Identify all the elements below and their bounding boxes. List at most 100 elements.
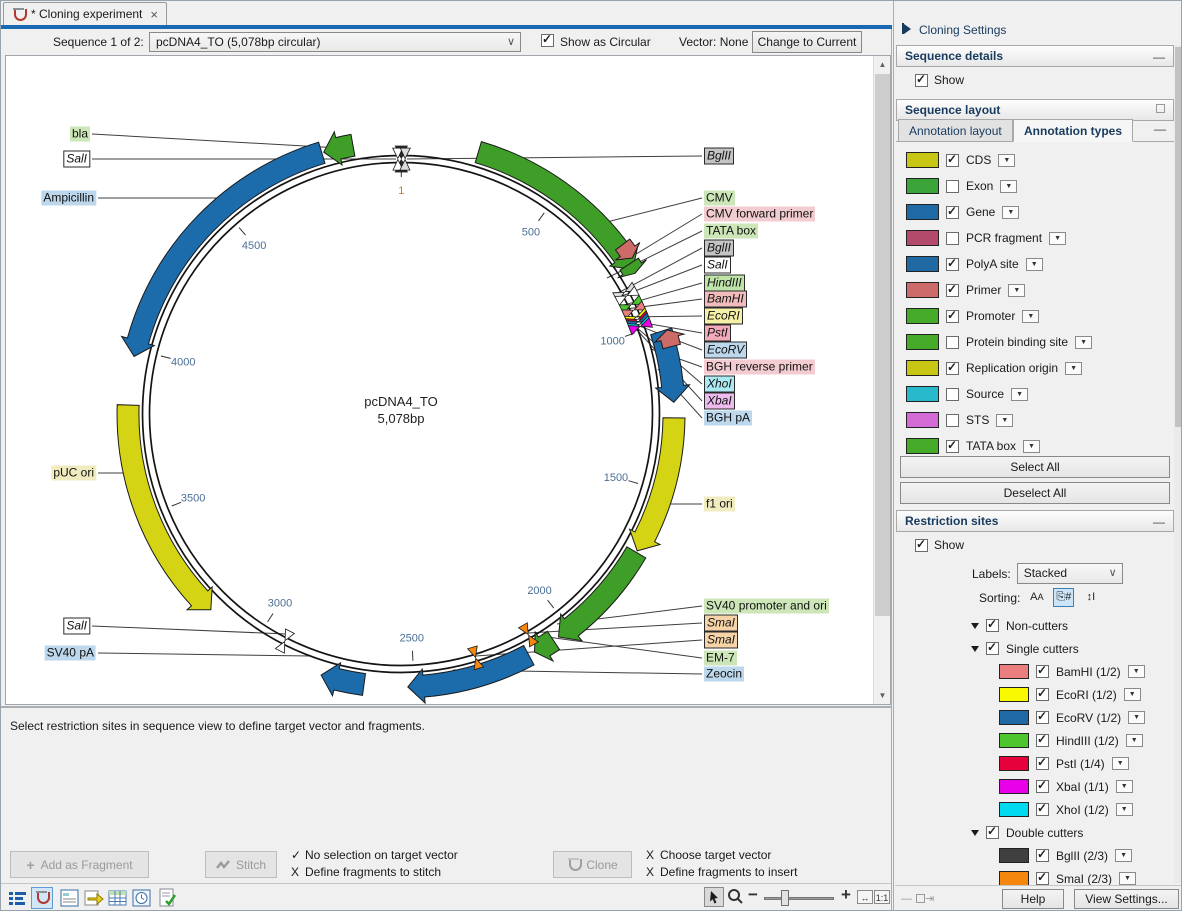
help-button[interactable]: Help bbox=[1002, 889, 1064, 909]
annotation-color-swatch[interactable] bbox=[906, 412, 939, 428]
change-to-current-button[interactable]: Change to Current bbox=[752, 31, 862, 53]
enzyme-group-checkbox[interactable] bbox=[986, 619, 999, 632]
annotation-type-dropdown-icon[interactable] bbox=[1023, 440, 1040, 453]
plasmid-map-canvas[interactable]: 150010001500200025003000350040004500pcDN… bbox=[5, 55, 891, 705]
collapse-section-icon[interactable]: — bbox=[1154, 122, 1166, 136]
zoom-slider-thumb[interactable] bbox=[781, 890, 789, 906]
annotation-type-checkbox[interactable] bbox=[946, 258, 959, 271]
sequence-details-show-checkbox[interactable] bbox=[915, 74, 928, 87]
enzyme-dropdown-icon[interactable] bbox=[1116, 803, 1133, 816]
scrollbar-thumb[interactable] bbox=[875, 74, 890, 616]
labels-mode-select[interactable]: Stacked ∨ bbox=[1017, 563, 1123, 584]
restriction-show-checkbox[interactable] bbox=[915, 539, 928, 552]
tree-expander-icon[interactable] bbox=[971, 623, 979, 629]
text-view-icon[interactable] bbox=[7, 887, 29, 909]
zoom-slider-track[interactable] bbox=[764, 897, 834, 900]
enzyme-checkbox[interactable] bbox=[1036, 688, 1049, 701]
enzyme-dropdown-icon[interactable] bbox=[1128, 711, 1145, 724]
enzyme-checkbox[interactable] bbox=[1036, 780, 1049, 793]
sequence-select[interactable]: pcDNA4_TO (5,078bp circular) ∨ bbox=[149, 32, 521, 52]
enzyme-color-swatch[interactable] bbox=[999, 779, 1029, 794]
enzyme-color-swatch[interactable] bbox=[999, 802, 1029, 817]
table-view-icon[interactable] bbox=[107, 887, 129, 909]
annotation-color-swatch[interactable] bbox=[906, 256, 939, 272]
expand-section-icon[interactable] bbox=[1156, 104, 1165, 113]
sequence-layout-section-header[interactable]: Sequence layout bbox=[896, 99, 1174, 121]
tab-cloning-experiment[interactable]: * Cloning experiment × bbox=[3, 2, 167, 25]
annotation-color-swatch[interactable] bbox=[906, 204, 939, 220]
panel-scrollbar[interactable] bbox=[1174, 45, 1182, 883]
annotation-type-checkbox[interactable] bbox=[946, 232, 959, 245]
enzyme-color-swatch[interactable] bbox=[999, 687, 1029, 702]
annotation-type-checkbox[interactable] bbox=[946, 154, 959, 167]
annotation-type-checkbox[interactable] bbox=[946, 180, 959, 193]
collapse-section-icon[interactable]: — bbox=[1153, 515, 1165, 529]
annotation-color-swatch[interactable] bbox=[906, 438, 939, 454]
sequence-details-section-header[interactable]: Sequence details — bbox=[896, 45, 1174, 67]
annotation-type-dropdown-icon[interactable] bbox=[1065, 362, 1082, 375]
annotation-type-checkbox[interactable] bbox=[946, 336, 959, 349]
enzyme-dropdown-icon[interactable] bbox=[1119, 872, 1136, 885]
annotation-type-dropdown-icon[interactable] bbox=[1022, 310, 1039, 323]
scroll-up-icon[interactable]: ▲ bbox=[874, 56, 891, 73]
annotation-type-checkbox[interactable] bbox=[946, 414, 959, 427]
enzyme-dropdown-icon[interactable] bbox=[1124, 688, 1141, 701]
enzyme-checkbox[interactable] bbox=[1036, 803, 1049, 816]
annotation-type-dropdown-icon[interactable] bbox=[1049, 232, 1066, 245]
cursor-tool-icon[interactable] bbox=[704, 887, 724, 907]
cloning-view-icon[interactable] bbox=[31, 887, 53, 909]
zoom-out-icon[interactable]: − bbox=[748, 885, 758, 905]
add-as-fragment-button[interactable]: + Add as Fragment bbox=[10, 851, 149, 878]
map-vertical-scrollbar[interactable]: ▲ ▼ bbox=[873, 56, 890, 704]
zoom-in-icon[interactable]: + bbox=[841, 885, 851, 905]
enzyme-checkbox[interactable] bbox=[1036, 711, 1049, 724]
tree-expander-icon[interactable] bbox=[971, 646, 979, 652]
annotation-type-dropdown-icon[interactable] bbox=[1002, 206, 1019, 219]
enzyme-checkbox[interactable] bbox=[1036, 849, 1049, 862]
extract-sequence-icon[interactable] bbox=[83, 887, 105, 909]
cloning-settings-header[interactable]: Cloning Settings bbox=[902, 23, 1006, 37]
enzyme-checkbox[interactable] bbox=[1036, 757, 1049, 770]
annotation-type-dropdown-icon[interactable] bbox=[1026, 258, 1043, 271]
enzyme-dropdown-icon[interactable] bbox=[1112, 757, 1129, 770]
enzyme-color-swatch[interactable] bbox=[999, 848, 1029, 863]
annotation-color-swatch[interactable] bbox=[906, 282, 939, 298]
annotation-color-swatch[interactable] bbox=[906, 178, 939, 194]
enzyme-checkbox[interactable] bbox=[1036, 665, 1049, 678]
annotation-type-dropdown-icon[interactable] bbox=[1000, 180, 1017, 193]
annotation-color-swatch[interactable] bbox=[906, 386, 939, 402]
element-info-icon[interactable] bbox=[157, 887, 179, 909]
collapse-section-icon[interactable]: — bbox=[1153, 50, 1165, 64]
annotation-type-dropdown-icon[interactable] bbox=[998, 154, 1015, 167]
annotation-color-swatch[interactable] bbox=[906, 360, 939, 376]
restriction-sites-section-header[interactable]: Restriction sites — bbox=[896, 510, 1174, 532]
tab-annotation-layout[interactable]: Annotation layout bbox=[898, 119, 1013, 142]
sort-by-count-icon[interactable]: ⎘# bbox=[1053, 588, 1074, 607]
annotation-type-checkbox[interactable] bbox=[946, 206, 959, 219]
enzyme-color-swatch[interactable] bbox=[999, 756, 1029, 771]
annotation-type-checkbox[interactable] bbox=[946, 310, 959, 323]
scroll-down-icon[interactable]: ▼ bbox=[874, 687, 891, 704]
zoom-100-icon[interactable]: 1:1 bbox=[874, 890, 890, 904]
enzyme-group-checkbox[interactable] bbox=[986, 826, 999, 839]
tab-close-icon[interactable]: × bbox=[148, 7, 158, 22]
sequence-info-icon[interactable] bbox=[59, 887, 81, 909]
annotation-color-swatch[interactable] bbox=[906, 334, 939, 350]
history-view-icon[interactable] bbox=[131, 887, 153, 909]
enzyme-checkbox[interactable] bbox=[1036, 872, 1049, 885]
sort-alphabetical-icon[interactable]: AA bbox=[1026, 588, 1047, 607]
deselect-all-button[interactable]: Deselect All bbox=[900, 482, 1170, 504]
enzyme-group-checkbox[interactable] bbox=[986, 642, 999, 655]
sort-by-length-icon[interactable]: ↕I bbox=[1080, 588, 1101, 607]
annotation-type-checkbox[interactable] bbox=[946, 362, 959, 375]
annotation-type-dropdown-icon[interactable] bbox=[1011, 388, 1028, 401]
enzyme-color-swatch[interactable] bbox=[999, 733, 1029, 748]
view-settings-button[interactable]: View Settings... bbox=[1074, 889, 1179, 909]
annotation-type-checkbox[interactable] bbox=[946, 440, 959, 453]
select-all-button[interactable]: Select All bbox=[900, 456, 1170, 478]
enzyme-dropdown-icon[interactable] bbox=[1126, 734, 1143, 747]
fit-width-icon[interactable]: ↔ bbox=[857, 890, 873, 904]
annotation-type-dropdown-icon[interactable] bbox=[1008, 284, 1025, 297]
annotation-color-swatch[interactable] bbox=[906, 152, 939, 168]
panel-dock-icons[interactable]: —⇥ bbox=[901, 892, 938, 905]
